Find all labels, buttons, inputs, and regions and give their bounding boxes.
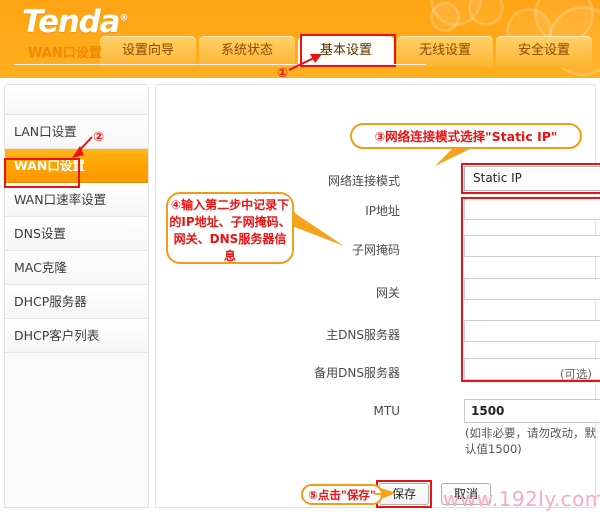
section-title: WAN口设置	[28, 46, 102, 61]
gateway-input[interactable]	[464, 278, 600, 300]
sidebar-item-mac-clone[interactable]: MAC克隆	[5, 251, 148, 285]
tab-system-status[interactable]: 系统状态	[199, 36, 295, 67]
label-connection-mode: 网络连接模式	[327, 174, 400, 188]
step-1-marker: ①	[277, 66, 289, 81]
connection-mode-value: Static IP	[473, 171, 522, 185]
sidebar-item-dhcp-server[interactable]: DHCP服务器	[5, 285, 148, 319]
step-2-marker: ②	[93, 130, 105, 145]
sidebar-item-wan[interactable]: WAN口设置	[5, 149, 148, 183]
section-divider	[14, 64, 426, 65]
subnet-mask-input[interactable]	[464, 235, 600, 257]
sidebar-item-dhcp-client-list[interactable]: DHCP客户列表	[5, 319, 148, 353]
callout-step-3: ③网络连接模式选择"Static IP"	[350, 123, 582, 149]
tab-setup-wizard[interactable]: 设置向导	[100, 36, 196, 67]
sidebar-item-dns[interactable]: DNS设置	[5, 217, 148, 251]
sidebar-item-wan-speed[interactable]: WAN口速率设置	[5, 183, 148, 217]
sidebar-item-lan[interactable]: LAN口设置	[5, 115, 148, 149]
sidebar-header	[5, 85, 148, 115]
connection-mode-select[interactable]: Static IP	[464, 166, 600, 191]
label-secondary-dns: 备用DNS服务器	[314, 366, 400, 380]
main-tab-bar[interactable]: 设置向导 系统状态 基本设置 无线设置 安全设置	[100, 36, 592, 67]
sidebar-menu: LAN口设置 WAN口设置 WAN口速率设置 DNS设置 MAC克隆 DHCP服…	[4, 84, 149, 508]
tab-wireless-settings[interactable]: 无线设置	[397, 36, 493, 67]
callout-step-4: ④输入第二步中记录下的IP地址、子网掩码、网关、DNS服务器信息	[166, 192, 294, 264]
mtu-input[interactable]: 1500	[464, 399, 600, 423]
label-gateway: 网关	[375, 286, 400, 300]
label-primary-dns: 主DNS服务器	[326, 328, 400, 342]
save-button[interactable]: 保存	[379, 483, 429, 505]
secondary-dns-optional-note: (可选)	[560, 367, 592, 381]
tab-basic-settings[interactable]: 基本设置	[298, 36, 394, 67]
ip-address-input[interactable]	[464, 198, 600, 220]
label-mtu: MTU	[373, 404, 400, 418]
callout-step-5: ⑤点击"保存"	[301, 484, 383, 505]
tab-security-settings[interactable]: 安全设置	[496, 36, 592, 67]
primary-dns-input[interactable]	[464, 320, 600, 342]
brand-logo-text: Tenda	[22, 4, 121, 40]
mtu-hint-text: (如非必要，请勿改动，默认值1500)	[465, 426, 596, 456]
site-watermark: www.192ly.com	[443, 487, 600, 511]
registered-mark-icon: ®	[119, 13, 129, 24]
brand-logo: Tenda®	[22, 4, 128, 40]
